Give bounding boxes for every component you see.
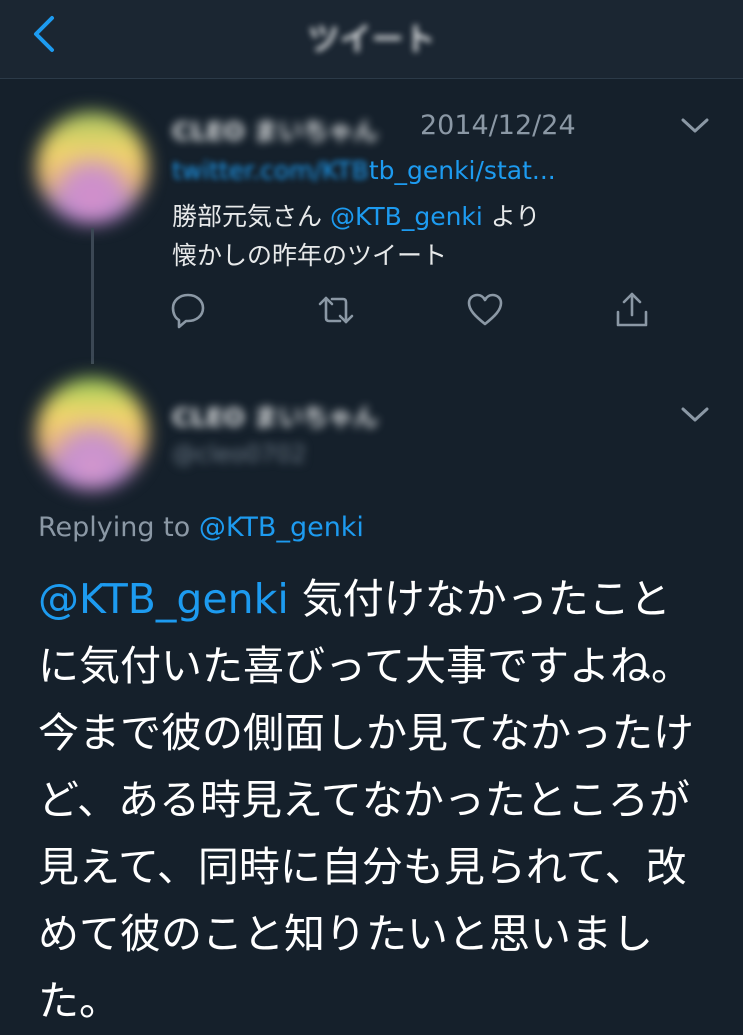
reply-button[interactable] xyxy=(168,290,208,330)
tweet-text-line: 懐かしの昨年のツイート xyxy=(172,241,448,270)
replying-label: Replying to xyxy=(38,512,199,543)
top-bar: ツイート xyxy=(0,0,743,79)
retweet-button[interactable] xyxy=(316,290,356,330)
tweet-menu-button[interactable] xyxy=(680,405,710,425)
link-text: tb_genki/stat... xyxy=(368,156,556,185)
tweet-text: より xyxy=(482,202,541,231)
tweet-body-text: 気付けなかったことに気付いた喜びって大事ですよね。今まで彼の側面しか見てなかった… xyxy=(38,575,694,1025)
display-name[interactable]: CLEO まいちゃん xyxy=(172,398,402,428)
link-prefix: twitter.com/KTB xyxy=(172,156,369,185)
tweet-text: 勝部元気さん xyxy=(172,202,330,231)
share-button[interactable] xyxy=(612,290,652,330)
retweet-icon xyxy=(318,296,354,324)
mention-link[interactable]: @KTB_genki xyxy=(199,512,364,543)
like-button[interactable] xyxy=(465,290,505,330)
tweet-date: 2014/12/24 xyxy=(420,110,576,141)
tweet-text-line: 勝部元気さん @KTB_genki より xyxy=(172,197,540,233)
tweet-body: @KTB_genki 気付けなかったことに気付いた喜びって大事ですよね。今まで彼… xyxy=(38,566,698,1035)
display-name[interactable]: CLEO まいちゃん xyxy=(172,112,412,142)
mention-link[interactable]: @KTB_genki xyxy=(330,202,483,231)
avatar[interactable] xyxy=(36,378,148,490)
page-title: ツイート xyxy=(307,20,436,58)
user-handle[interactable]: @cleo0702 xyxy=(172,440,306,468)
chevron-down-icon xyxy=(681,407,709,422)
heart-icon xyxy=(467,293,503,326)
share-icon xyxy=(616,292,648,327)
reply-icon xyxy=(171,293,205,329)
thread-connector xyxy=(91,228,94,364)
mention-link[interactable]: @KTB_genki xyxy=(38,575,289,623)
replying-to: Replying to @KTB_genki xyxy=(38,512,364,543)
chevron-down-icon xyxy=(681,118,709,133)
avatar[interactable] xyxy=(36,112,148,224)
tweet-menu-button[interactable] xyxy=(680,116,710,136)
tweet-link[interactable]: twitter.com/KTBtb_genki/stat... xyxy=(172,156,556,185)
